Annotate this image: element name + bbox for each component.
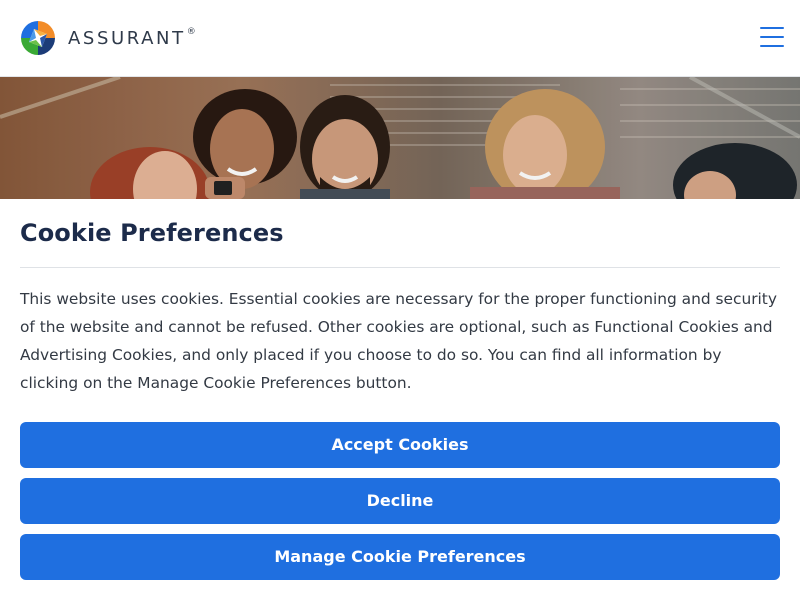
registered-mark: ® [186,27,196,37]
dialog-description: This website uses cookies. Essential coo… [20,290,777,392]
divider [20,267,780,268]
manage-cookie-preferences-button[interactable]: Manage Cookie Preferences [20,534,780,580]
decline-button[interactable]: Decline [20,478,780,524]
dialog-title: Cookie Preferences [20,219,284,247]
cookie-preferences-dialog: Cookie Preferences This website uses coo… [0,199,800,600]
friends-photo-illustration [0,77,800,199]
assurant-logo[interactable]: ASSURANT ® [20,20,196,56]
accept-cookies-button[interactable]: Accept Cookies [20,422,780,468]
hamburger-menu-icon[interactable] [760,26,784,48]
assurant-logo-icon [21,21,55,55]
hero-image [0,77,800,199]
site-header: ASSURANT ® [0,0,800,77]
logo-wordmark: ASSURANT [68,27,186,49]
